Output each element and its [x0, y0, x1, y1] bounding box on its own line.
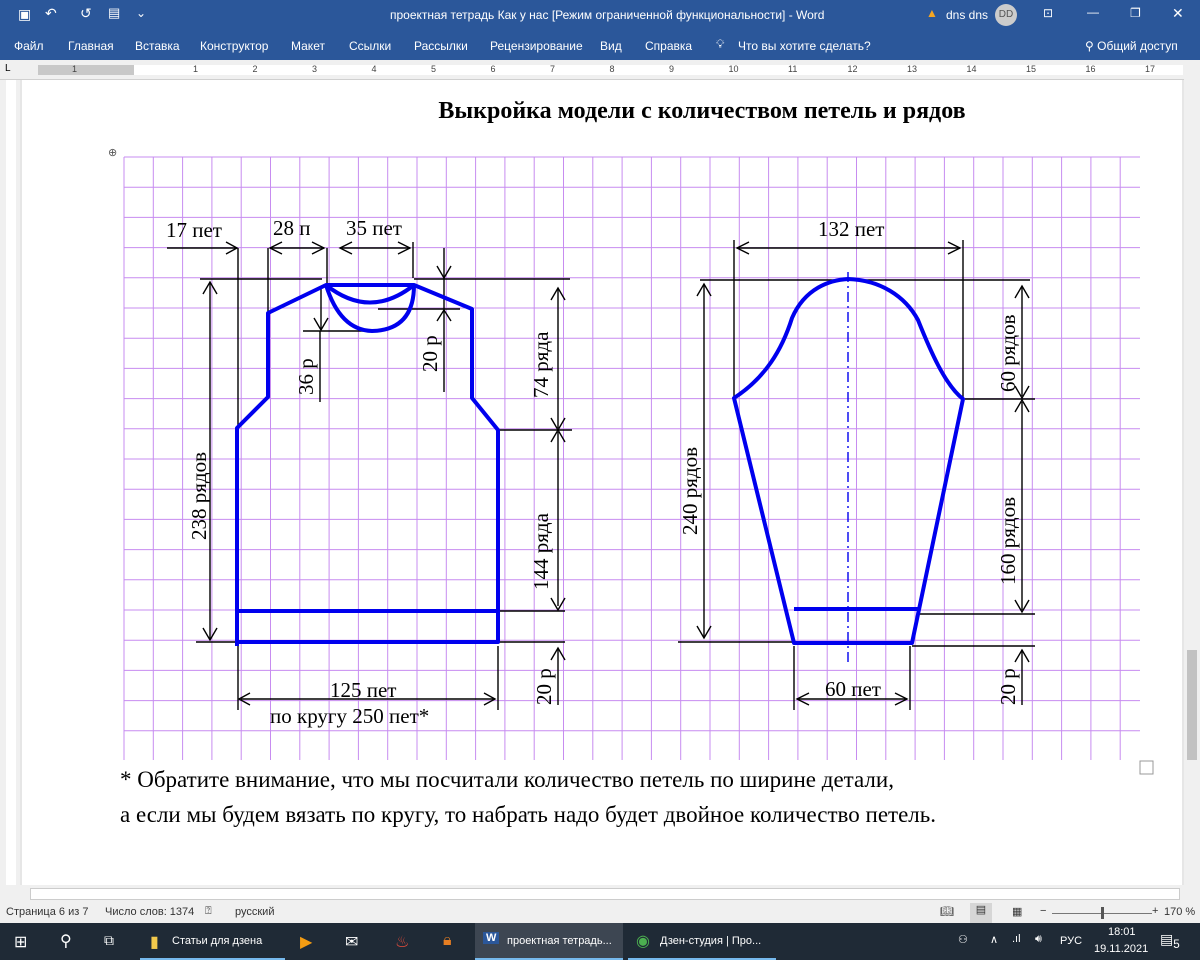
vertical-scrollbar[interactable]	[1184, 60, 1200, 885]
language[interactable]: русский	[235, 906, 274, 918]
pattern-drawing: Выкройка модели с количеством петель и р…	[108, 98, 1154, 827]
label-20-r-neck: 20 р	[418, 335, 442, 372]
label-28-p: 28 п	[273, 216, 311, 240]
label-160-ryadov: 160 рядов	[996, 497, 1020, 585]
media-player-icon[interactable]: ▶	[300, 932, 312, 952]
label-35-pet: 35 пет	[346, 216, 402, 240]
taskbar: ⊞ ⚲ ⧉ ▮ Статьи для дзена ▶ ✉ ♨ 🔒︎ W прое…	[0, 923, 1200, 960]
chrome-icon: ◉	[636, 933, 650, 950]
label-round-250: по кругу 250 пет*	[270, 704, 429, 728]
taskbar-label: Дзен-студия | Про...	[660, 935, 762, 947]
label-240-ryadov: 240 рядов	[678, 447, 702, 535]
input-language[interactable]: РУС	[1060, 935, 1082, 947]
note-line-2: а если мы будем вязать по кругу, то набр…	[120, 802, 936, 827]
network-icon[interactable]: .ıl	[1012, 933, 1021, 945]
taskbar-label: проектная тетрадь...	[507, 935, 612, 947]
taskbar-chrome[interactable]: ◉ Дзен-студия | Про...	[628, 923, 776, 960]
scroll-thumb[interactable]	[1187, 650, 1197, 760]
folder-icon: ▮	[150, 934, 159, 951]
label-17-pet: 17 пет	[166, 218, 222, 242]
browser-app-icon[interactable]: ♨	[395, 932, 409, 952]
note-line-1: * Обратите внимание, что мы посчитали ко…	[120, 767, 894, 792]
windows-start-icon[interactable]: ⊞	[14, 932, 27, 952]
taskbar-word[interactable]: W проектная тетрадь...	[475, 923, 623, 960]
label-238-ryadov: 238 рядов	[187, 452, 211, 540]
show-hidden-icons[interactable]: ∧	[990, 933, 998, 946]
notifications-icon[interactable]: ▤5	[1160, 931, 1180, 951]
print-layout-icon[interactable]: ▤	[970, 903, 992, 923]
vpn-lock-icon[interactable]: 🔒︎	[443, 932, 452, 950]
people-icon[interactable]: ⚇	[958, 933, 968, 946]
task-view-icon[interactable]: ⧉	[104, 932, 114, 949]
arrowheads	[202, 241, 1030, 706]
label-144-ryada: 144 ряда	[529, 512, 553, 590]
label-125-pet: 125 пет	[330, 678, 397, 702]
dimension-lines	[167, 240, 1035, 710]
clock-time[interactable]: 18:01	[1108, 926, 1136, 938]
label-132-pet: 132 пет	[818, 217, 885, 241]
page-count[interactable]: Страница 6 из 7	[6, 906, 88, 918]
zoom-out-button[interactable]: −	[1040, 905, 1046, 917]
label-20-r-front: 20 р	[532, 668, 556, 705]
table-move-handle[interactable]: ⊕	[108, 147, 117, 159]
pattern-outline	[235, 277, 965, 646]
label-20-r-sleeve: 20 р	[996, 668, 1020, 705]
zoom-level[interactable]: 170 %	[1164, 906, 1195, 918]
table-resize-handle[interactable]	[1139, 760, 1154, 775]
word-count[interactable]: Число слов: 1374	[105, 906, 194, 918]
label-60-ryadov: 60 рядов	[996, 314, 1020, 392]
mail-icon[interactable]: ✉	[345, 932, 358, 952]
volume-icon[interactable]: 🔊︎	[1035, 933, 1042, 946]
label-74-ryada: 74 ряда	[529, 331, 553, 398]
zoom-slider-thumb[interactable]	[1101, 907, 1104, 919]
horizontal-scrollbar[interactable]	[0, 885, 1200, 903]
read-mode-icon[interactable]: 📖︎	[940, 905, 954, 918]
web-layout-icon[interactable]: ▦	[1012, 905, 1022, 918]
label-36-r: 36 р	[294, 358, 318, 395]
clock-date[interactable]: 19.11.2021	[1094, 943, 1148, 955]
notification-count: 5	[1173, 937, 1180, 951]
taskbar-explorer[interactable]: ▮ Статьи для дзена	[140, 923, 285, 960]
taskbar-label: Статьи для дзена	[172, 935, 263, 947]
document-title: Выкройка модели с количеством петель и р…	[438, 98, 965, 124]
zoom-in-button[interactable]: +	[1152, 905, 1158, 917]
label-60-pet: 60 пет	[825, 677, 881, 701]
status-bar: Страница 6 из 7 Число слов: 1374 ⍰ русск…	[0, 903, 1200, 923]
proofing-icon[interactable]: ⍰	[205, 905, 212, 918]
search-icon[interactable]: ⚲	[60, 931, 72, 951]
word-icon: W	[483, 932, 500, 944]
h-scroll-thumb[interactable]	[30, 888, 1180, 900]
